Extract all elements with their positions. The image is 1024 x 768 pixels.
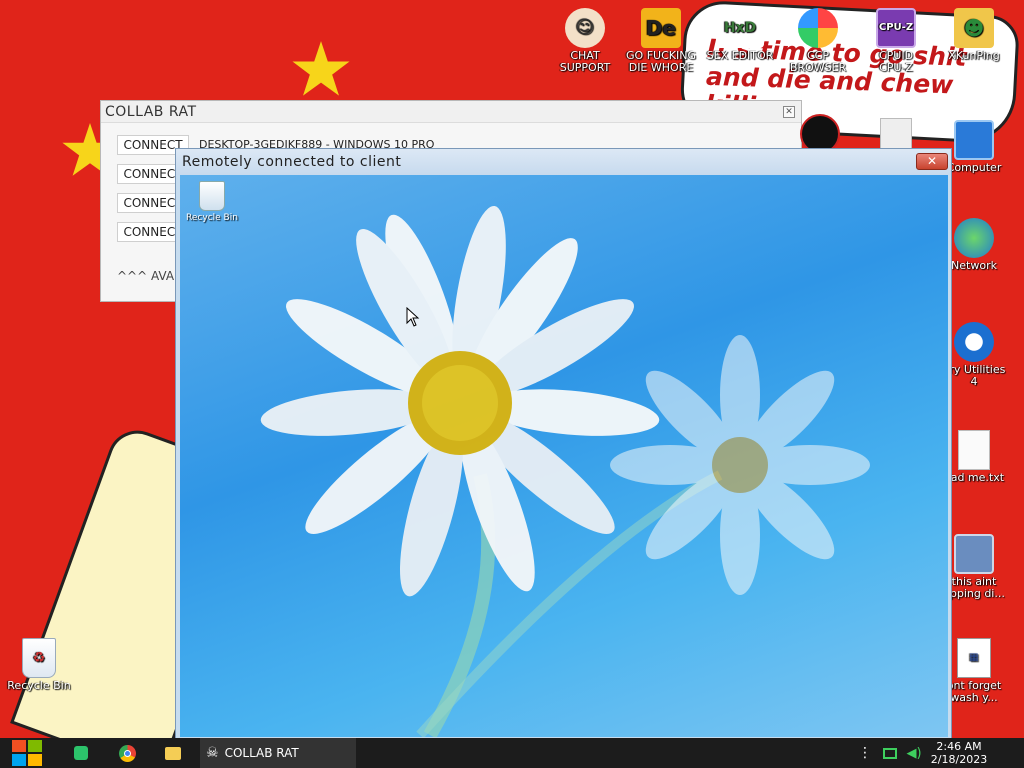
volume-tray-icon[interactable]: ◀) xyxy=(904,738,924,768)
mouse-cursor-icon xyxy=(406,307,420,327)
desktop-icon-sex-editor[interactable]: HxD SEX EDITOR xyxy=(704,8,776,62)
taskbar-file-explorer[interactable] xyxy=(160,738,186,768)
collab-rat-title: COLLAB RAT xyxy=(101,101,801,123)
desktop-icon-go-die[interactable]: De GO FUCKING DIE WHORE xyxy=(625,8,697,74)
remote-window-title: Remotely connected to client xyxy=(176,149,951,175)
taskbar-collab-rat[interactable]: ☠ COLLAB RAT xyxy=(200,738,356,768)
remote-recycle-bin[interactable]: Recycle Bin xyxy=(184,181,240,223)
tray-clock[interactable]: 2:46 AM 2/18/2023 xyxy=(924,740,994,766)
recycle-bin-icon: ♻ xyxy=(22,638,56,678)
doctor-icon: ☺ xyxy=(565,8,605,48)
tray-overflow-icon[interactable]: ⋮ xyxy=(858,738,872,768)
desktop-icon-ccp-browser[interactable]: CCP BROWSER xyxy=(782,8,854,74)
taskbar: ☠ COLLAB RAT ⋮ ◀) 2:46 AM 2/18/2023 xyxy=(0,738,1024,768)
close-icon[interactable]: ✕ xyxy=(783,106,795,118)
hxd-icon: HxD xyxy=(716,8,764,48)
skull-icon: ☠ xyxy=(206,745,219,761)
clock-time: 2:46 AM xyxy=(936,740,982,753)
chat-app-icon xyxy=(74,746,88,760)
taskbar-item-label: COLLAB RAT xyxy=(224,746,299,760)
network-tray-icon[interactable] xyxy=(880,738,900,768)
close-icon[interactable]: ✕ xyxy=(916,153,948,170)
recycle-bin-icon xyxy=(199,181,225,211)
start-button[interactable] xyxy=(8,738,46,768)
text-file-icon xyxy=(958,430,990,470)
taskbar-chrome[interactable] xyxy=(114,738,140,768)
system-tool-icon xyxy=(954,534,994,574)
desktop-icon-recycle-bin[interactable]: ♻ Recycle Bin xyxy=(3,638,75,692)
taskbar-app-green[interactable] xyxy=(68,738,94,768)
folder-user-icon: ☻ xyxy=(954,8,994,48)
network-icon xyxy=(954,218,994,258)
desktop-icon-xkunping[interactable]: ☻ XKunPing xyxy=(938,8,1010,62)
desktop-icon-chat-support[interactable]: ☺ CHAT SUPPORT xyxy=(549,8,621,74)
browser-icon xyxy=(798,8,838,48)
daisy-wallpaper-image xyxy=(260,205,870,737)
clock-date: 2/18/2023 xyxy=(930,753,988,766)
chrome-icon xyxy=(118,744,136,762)
glary-utilities-icon xyxy=(954,322,994,362)
monitor-icon xyxy=(883,747,897,759)
calendar-file-icon: ▦ xyxy=(957,638,991,678)
cpu-z-icon: CPU-Z xyxy=(876,8,916,48)
remote-desktop-window[interactable]: Remotely connected to client ✕ Recycle B… xyxy=(175,148,952,740)
de-app-icon: De xyxy=(641,8,681,48)
blank-file-icon[interactable] xyxy=(880,118,912,150)
star-icon xyxy=(292,41,350,96)
desktop-icon-cpuid[interactable]: CPU-Z CPUID CPU-Z xyxy=(860,8,932,74)
remote-screen[interactable]: Recycle Bin xyxy=(180,175,948,737)
windows-logo-icon xyxy=(12,740,42,766)
folder-icon xyxy=(165,746,181,760)
computer-icon xyxy=(954,120,994,160)
